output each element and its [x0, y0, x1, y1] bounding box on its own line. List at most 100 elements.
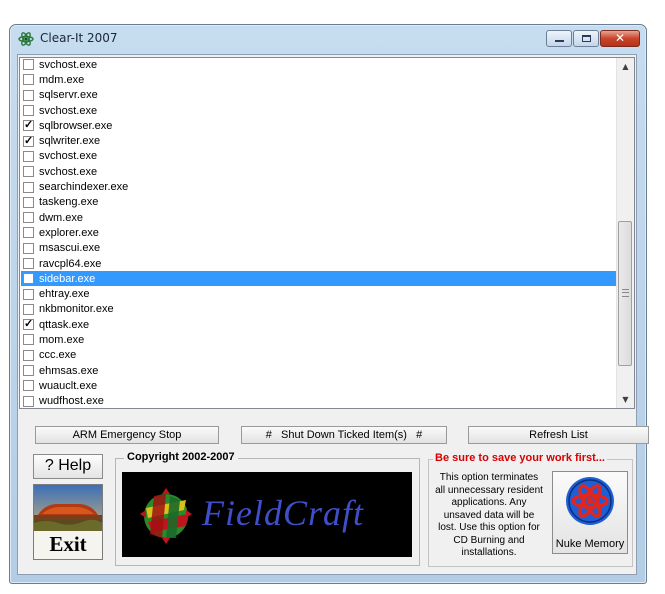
scroll-up-icon: ▲: [622, 62, 629, 71]
process-list-item[interactable]: taskeng.exe: [21, 195, 616, 210]
process-checkbox[interactable]: [23, 380, 34, 392]
process-list-item[interactable]: svchost.exe: [21, 58, 616, 72]
process-list: svchost.exe mdm.exe sqlservr.exe svchost.ex…: [21, 58, 616, 408]
bottom-panel: ? Help Exit Copyright 2002-2007 FieldCra…: [18, 447, 636, 575]
refresh-list-button[interactable]: Refresh List: [468, 426, 649, 444]
process-checkbox[interactable]: [23, 118, 34, 132]
process-checkbox[interactable]: [23, 150, 34, 162]
fieldcraft-ball-logo-icon: [140, 488, 192, 544]
nuke-memory-group: Be sure to save your work first... This …: [428, 452, 633, 567]
process-list-item[interactable]: explorer.exe: [21, 225, 616, 240]
process-checkbox[interactable]: [23, 258, 34, 269]
process-checkbox[interactable]: [23, 74, 34, 86]
scroll-thumb[interactable]: [618, 221, 632, 366]
process-list-item[interactable]: mom.exe: [21, 332, 616, 347]
process-name: sqlservr.exe: [39, 89, 98, 102]
process-checkbox[interactable]: [23, 89, 34, 101]
nuke-description: This option terminates all unnecessary r…: [435, 472, 543, 558]
minimize-icon: [555, 40, 564, 42]
process-checkbox[interactable]: [23, 134, 34, 147]
process-checkbox[interactable]: [23, 365, 34, 377]
process-checkbox[interactable]: [23, 303, 34, 315]
process-checkbox[interactable]: [23, 181, 34, 193]
process-name: svchost.exe: [39, 104, 98, 117]
process-list-item[interactable]: sqlwriter.exe: [21, 133, 616, 148]
process-list-item[interactable]: ehtray.exe: [21, 286, 616, 301]
process-checkbox[interactable]: [23, 196, 34, 208]
process-name: sidebar.exe: [39, 272, 96, 285]
process-name: sqlbrowser.exe: [39, 119, 113, 132]
close-icon: ✕: [614, 31, 626, 45]
fieldcraft-logo-text: FieldCraft: [202, 493, 364, 533]
process-name: mdm.exe: [39, 73, 85, 86]
title-bar[interactable]: Clear-It 2007 ✕: [10, 25, 646, 53]
process-list-item[interactable]: msascui.exe: [21, 241, 616, 256]
process-name: svchost.exe: [39, 58, 98, 71]
vertical-scrollbar[interactable]: ▲ ▼: [616, 58, 634, 408]
arm-emergency-stop-button[interactable]: ARM Emergency Stop: [35, 426, 219, 444]
maximize-icon: [582, 35, 591, 42]
nuke-memory-label: Nuke Memory: [555, 538, 625, 550]
process-checkbox[interactable]: [23, 334, 34, 346]
maximize-button[interactable]: [573, 30, 599, 47]
process-checkbox[interactable]: [23, 288, 34, 300]
minimize-button[interactable]: [546, 30, 572, 47]
help-button[interactable]: ? Help: [33, 454, 103, 479]
process-list-item[interactable]: sqlbrowser.exe: [21, 118, 616, 133]
copyright-title: Copyright 2002-2007: [124, 451, 238, 463]
process-list-item[interactable]: svchost.exe: [21, 149, 616, 164]
process-checkbox[interactable]: [23, 227, 34, 239]
process-list-item[interactable]: mdm.exe: [21, 72, 616, 87]
nuke-memory-button[interactable]: Nuke Memory: [552, 471, 628, 554]
process-list-item[interactable]: searchindexer.exe: [21, 179, 616, 194]
process-list-item[interactable]: ravcpl64.exe: [21, 256, 616, 271]
atom-app-icon: [18, 32, 34, 46]
process-list-item[interactable]: wudfhost.exe: [21, 394, 616, 408]
process-name: wuauclt.exe: [39, 379, 98, 392]
scroll-up-button[interactable]: ▲: [617, 58, 634, 75]
process-list-item[interactable]: sidebar.exe: [21, 271, 616, 287]
process-checkbox[interactable]: [23, 395, 34, 407]
process-name: ehtray.exe: [39, 288, 90, 301]
process-list-item[interactable]: svchost.exe: [21, 164, 616, 179]
process-checkbox[interactable]: [23, 59, 34, 71]
process-name: ravcpl64.exe: [39, 257, 102, 270]
process-listbox[interactable]: svchost.exe mdm.exe sqlservr.exe svchost.ex…: [19, 57, 635, 409]
process-list-item[interactable]: dwm.exe: [21, 210, 616, 225]
process-name: ccc.exe: [39, 349, 77, 362]
process-name: qttask.exe: [39, 318, 90, 331]
exit-button[interactable]: Exit: [33, 484, 103, 560]
process-list-item[interactable]: sqlservr.exe: [21, 88, 616, 103]
process-name: svchost.exe: [39, 165, 98, 178]
close-button[interactable]: ✕: [600, 30, 640, 47]
process-checkbox[interactable]: [23, 105, 34, 117]
shut-down-ticked-button[interactable]: # Shut Down Ticked Item(s) #: [241, 426, 447, 444]
process-checkbox[interactable]: [23, 273, 34, 285]
copyright-group: Copyright 2002-2007 FieldCraft: [115, 451, 420, 566]
process-checkbox[interactable]: [23, 349, 34, 361]
process-name: explorer.exe: [39, 226, 99, 239]
process-name: searchindexer.exe: [39, 181, 129, 194]
process-checkbox[interactable]: [23, 242, 34, 254]
process-name: wudfhost.exe: [39, 395, 104, 408]
client-area: svchost.exe mdm.exe sqlservr.exe svchost.ex…: [17, 54, 649, 575]
fieldcraft-logo-panel: FieldCraft: [122, 472, 412, 557]
process-list-item[interactable]: nkbmonitor.exe: [21, 302, 616, 317]
process-checkbox[interactable]: [23, 317, 34, 331]
caption-buttons: ✕: [545, 30, 640, 48]
process-checkbox[interactable]: [23, 212, 34, 224]
window-title: Clear-It 2007: [40, 31, 118, 45]
process-name: mom.exe: [39, 333, 85, 346]
process-list-item[interactable]: qttask.exe: [21, 317, 616, 332]
process-list-item[interactable]: svchost.exe: [21, 103, 616, 118]
process-name: ehmsas.exe: [39, 364, 99, 377]
process-list-item[interactable]: ccc.exe: [21, 348, 616, 363]
process-list-item[interactable]: wuauclt.exe: [21, 378, 616, 393]
process-name: nkbmonitor.exe: [39, 303, 114, 316]
grip-icon: [622, 289, 629, 297]
process-checkbox[interactable]: [23, 166, 34, 178]
process-name: taskeng.exe: [39, 196, 99, 209]
uluru-landscape-icon: [34, 485, 102, 531]
scroll-down-button[interactable]: ▼: [617, 391, 634, 408]
process-list-item[interactable]: ehmsas.exe: [21, 363, 616, 378]
